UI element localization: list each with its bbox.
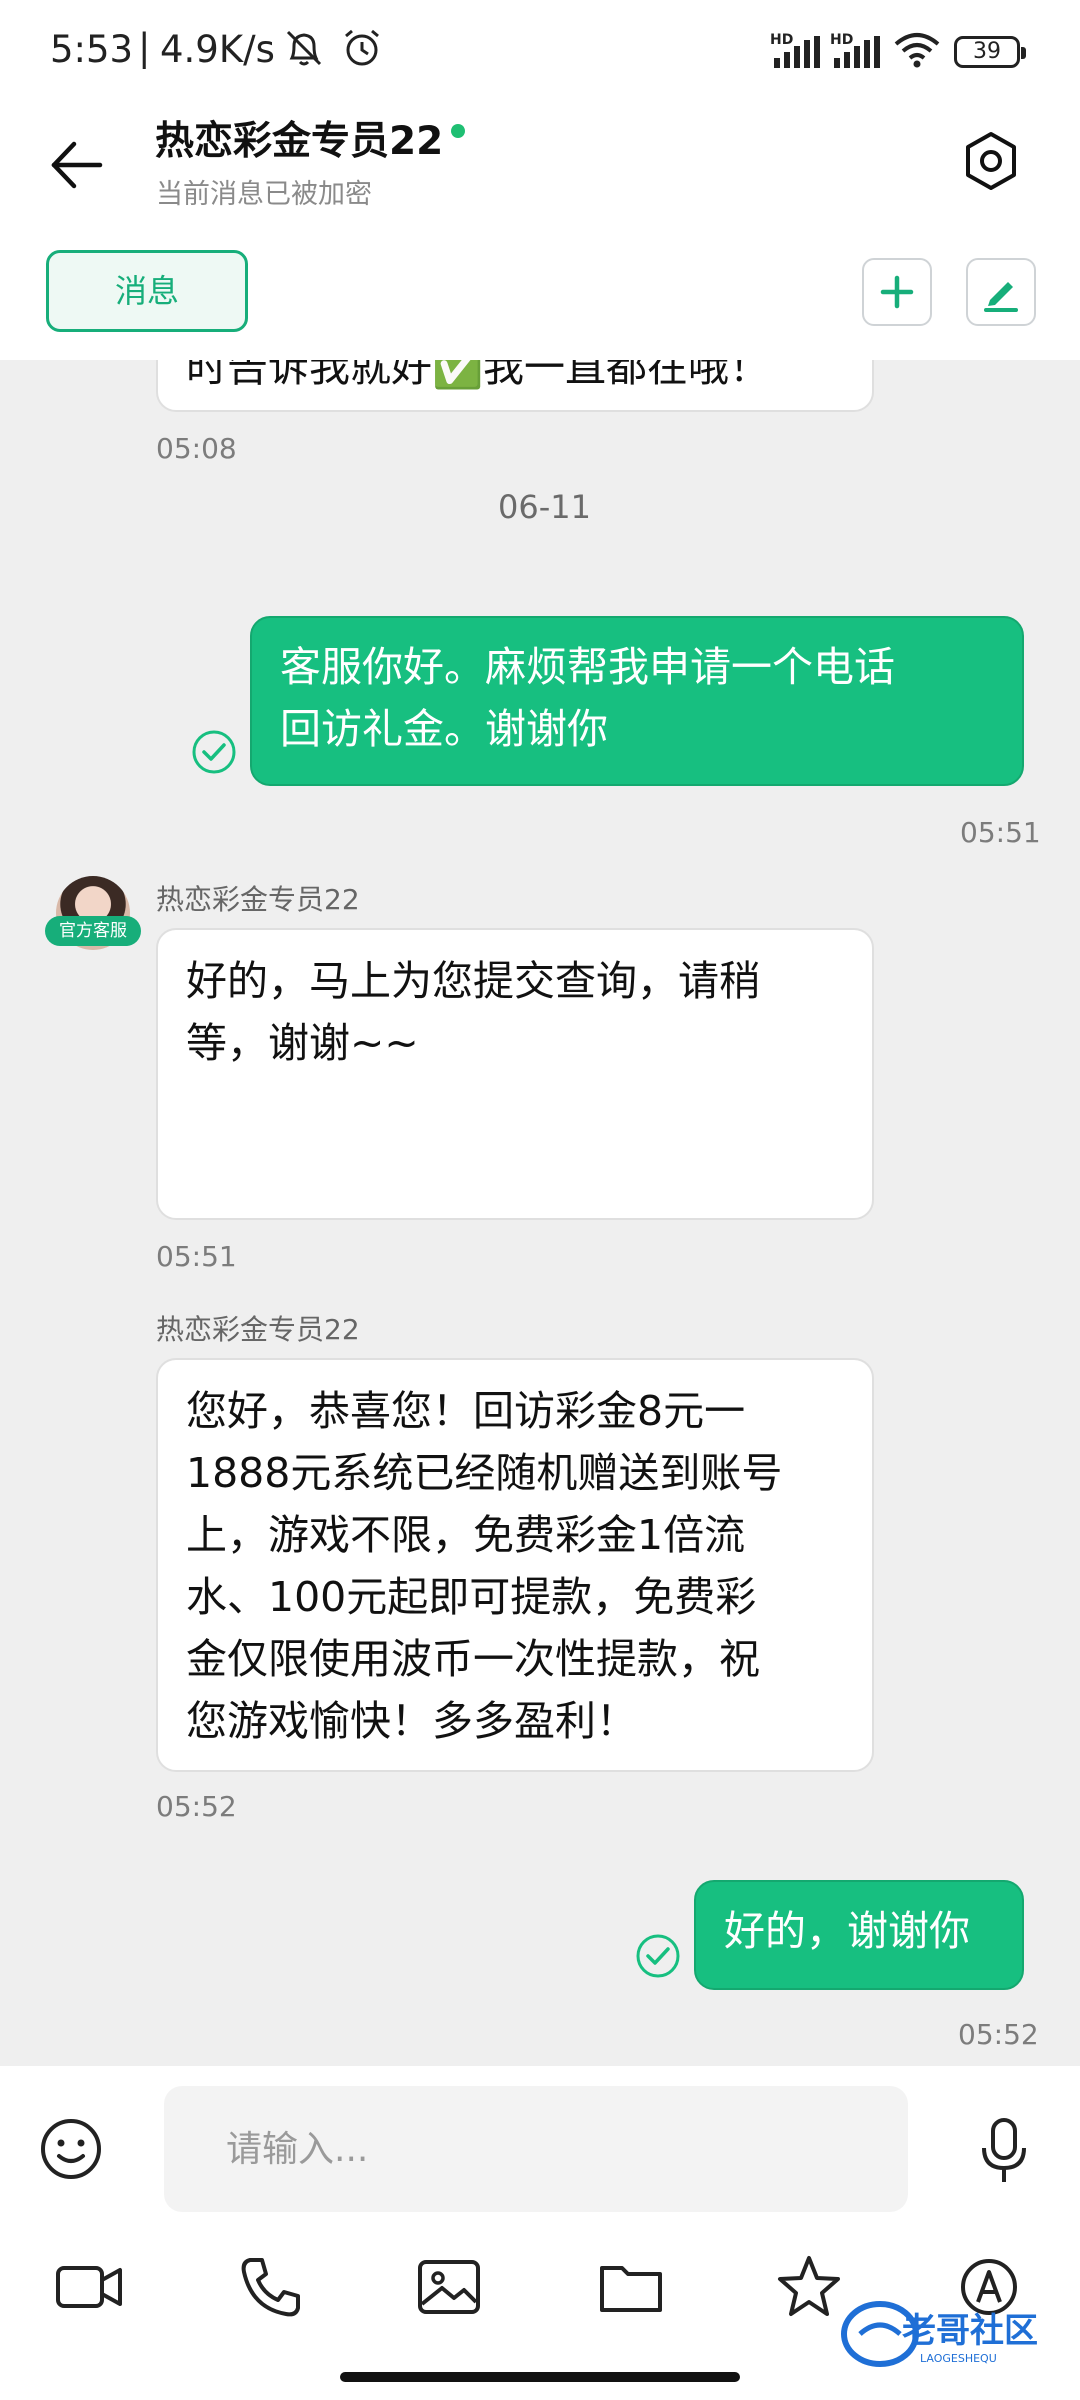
add-button[interactable] <box>862 258 932 326</box>
message-time: 05:51 <box>156 1240 237 1273</box>
status-separator: | <box>138 26 151 69</box>
message-text: 好的，谢谢你 <box>724 1907 970 1955</box>
message-bubble[interactable]: 时告诉我就好✅我一直都在哦！ <box>156 360 874 412</box>
plus-icon <box>880 275 914 309</box>
message-time: 05:52 <box>958 2018 1039 2051</box>
tab-messages[interactable]: 消息 <box>46 250 248 332</box>
message-text-line: 等，谢谢~~ <box>186 1019 419 1067</box>
message-bubble-outgoing[interactable]: 好的，谢谢你 <box>694 1880 1024 1990</box>
phone-icon[interactable] <box>236 2252 306 2322</box>
date-separator: 06-11 <box>498 488 591 526</box>
message-text-line: 金仅限使用波币一次性提款，祝 <box>186 1635 760 1683</box>
message-bubble[interactable]: 您好，恭喜您！回访彩金8元一 1888元系统已经随机赠送到账号 上，游戏不限，免… <box>156 1358 874 1772</box>
watermark-text: 老哥社区 <box>902 2311 1038 2351</box>
chat-screen: 5:53 | 4.9K/s HD HD 39 热恋彩金专员22 当前消息已被加密… <box>0 0 1080 2400</box>
signal-icon <box>834 36 880 68</box>
read-check-icon <box>192 730 236 774</box>
message-text-line: 您好，恭喜您！回访彩金8元一 <box>186 1387 746 1435</box>
video-icon[interactable] <box>54 2252 124 2322</box>
message-text-line: 回访礼金。谢谢你 <box>280 705 608 753</box>
star-icon[interactable] <box>774 2252 844 2322</box>
message-time: 05:52 <box>156 1790 237 1823</box>
edit-button[interactable] <box>966 258 1036 326</box>
message-text-line: 水、100元起即可提款，免费彩 <box>186 1573 757 1621</box>
folder-icon[interactable] <box>596 2252 666 2322</box>
message-text: 时告诉我就好✅我一直都在哦！ <box>186 360 771 391</box>
message-input[interactable] <box>164 2086 908 2212</box>
message-text-line: 好的，马上为您提交查询，请稍 <box>186 957 760 1005</box>
message-text-line: 1888元系统已经随机赠送到账号 <box>186 1449 783 1497</box>
online-status-dot <box>451 124 466 138</box>
message-bubble-outgoing[interactable]: 客服你好。麻烦帮我申请一个电话 回访礼金。谢谢你 <box>250 616 1024 786</box>
message-time: 05:08 <box>156 432 237 465</box>
home-indicator[interactable] <box>340 2372 740 2382</box>
title-row: 热恋彩金专员22 <box>155 110 466 166</box>
alarm-icon <box>345 29 379 66</box>
read-check-icon <box>636 1934 680 1978</box>
message-text-line: 上，游戏不限，免费彩金1倍流 <box>186 1511 746 1559</box>
watermark-subtext: LAOGESHEQU <box>920 2352 997 2365</box>
net-speed: 4.9K/s <box>160 28 275 71</box>
mute-bell-icon <box>286 30 322 66</box>
status-time: 5:53 <box>50 28 134 71</box>
emoji-icon[interactable] <box>38 2116 104 2182</box>
message-bubble[interactable]: 好的，马上为您提交查询，请稍 等，谢谢~~ <box>156 928 874 1220</box>
tab-row: 消息 <box>0 230 1080 360</box>
message-time: 05:51 <box>960 816 1041 849</box>
encryption-notice: 当前消息已被加密 <box>156 179 372 210</box>
chat-header: 热恋彩金专员22 当前消息已被加密 <box>0 100 1080 230</box>
settings-icon[interactable] <box>958 128 1024 194</box>
wifi-icon <box>894 33 940 68</box>
back-arrow-icon[interactable] <box>42 130 112 200</box>
microphone-icon[interactable] <box>974 2116 1034 2186</box>
message-text-line: 客服你好。麻烦帮我申请一个电话 <box>280 643 895 691</box>
official-support-badge: 官方客服 <box>45 916 141 946</box>
message-text-line: 您游戏愉快！多多盈利！ <box>186 1697 637 1745</box>
contact-name: 热恋彩金专员22 <box>155 119 444 164</box>
battery-icon: 39 <box>954 36 1026 68</box>
sender-name: 热恋彩金专员22 <box>156 883 360 916</box>
status-bar: 5:53 | 4.9K/s HD HD 39 <box>0 0 1080 100</box>
sender-name: 热恋彩金专员22 <box>156 1313 360 1346</box>
signal-icon <box>774 36 820 68</box>
pen-icon <box>984 282 1018 312</box>
image-icon[interactable] <box>414 2252 484 2322</box>
message-list[interactable]: 时告诉我就好✅我一直都在哦！ 05:08 06-11 客服你好。麻烦帮我申请一个… <box>0 360 1080 2066</box>
watermark-logo: 老哥社区 LAOGESHEQU <box>841 2301 1038 2367</box>
